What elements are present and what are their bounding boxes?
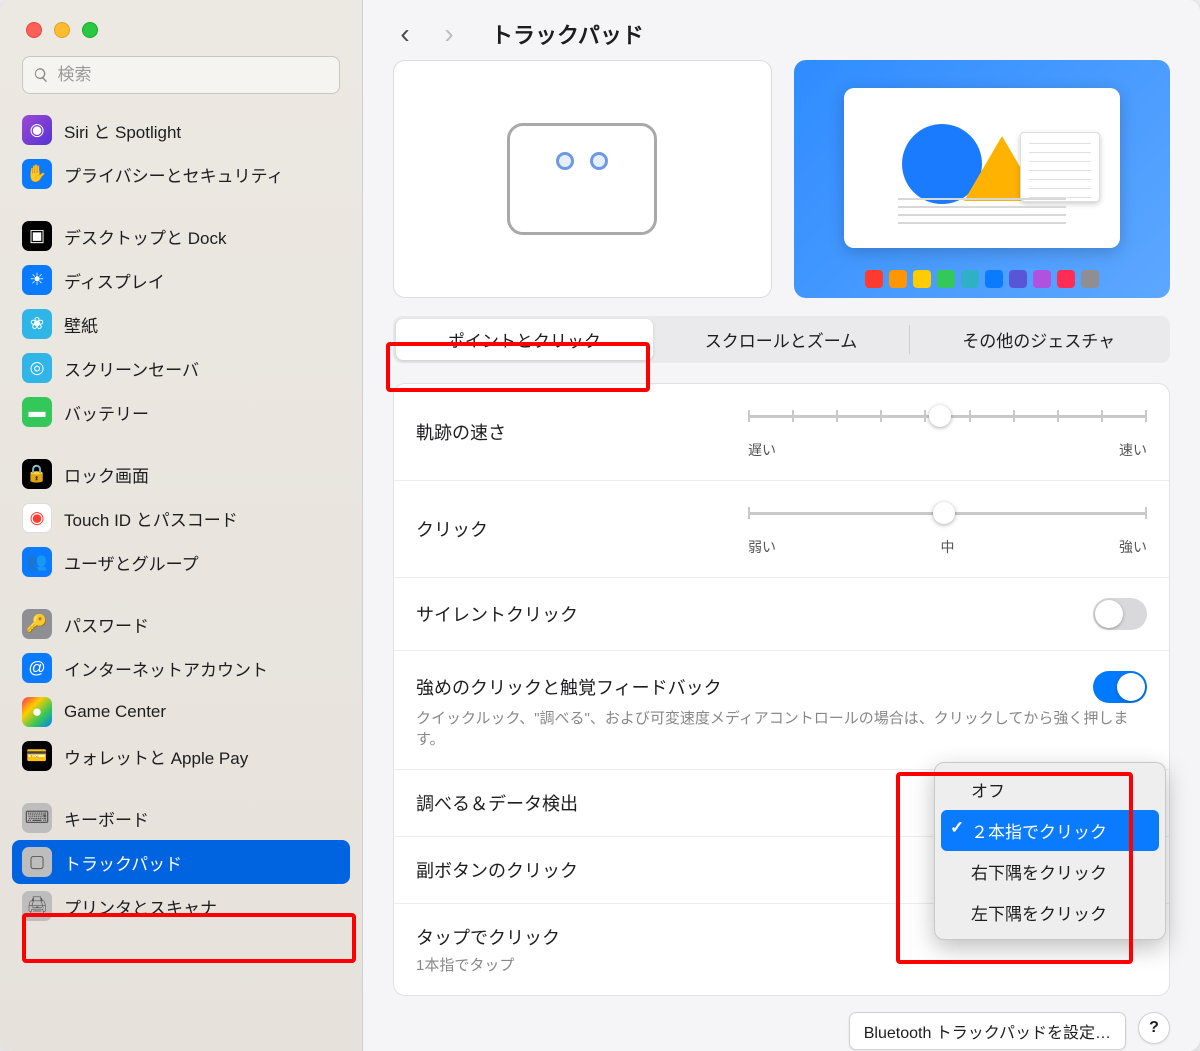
sidebar-item[interactable]: 💳 ウォレットと Apple Pay <box>12 734 350 778</box>
sidebar-icon: 💳 <box>22 741 52 771</box>
sidebar-item[interactable]: ◉ Touch ID とパスコード <box>12 496 350 540</box>
sidebar-label: 壁紙 <box>64 312 98 337</box>
trackpad-preview <box>393 60 772 298</box>
sidebar-label: キーボード <box>64 806 149 831</box>
sidebar-label: ウォレットと Apple Pay <box>64 744 248 769</box>
gesture-preview <box>794 60 1171 298</box>
menu-item[interactable]: 右下隅をクリック <box>941 851 1159 892</box>
row-silent-click: サイレントクリック <box>394 578 1169 651</box>
row-tracking-speed: 軌跡の速さ 遅い 速い <box>394 384 1169 481</box>
sidebar-icon: 🔒 <box>22 459 52 489</box>
minimize-button[interactable] <box>54 22 70 38</box>
sidebar-item[interactable]: ✋ プライバシーとセキュリティ <box>12 152 350 196</box>
lookup-label: 調べる＆データ検出 <box>416 790 578 816</box>
click-slider[interactable] <box>748 503 1147 523</box>
sidebar-label: パスワード <box>64 612 149 637</box>
sidebar-icon: ▢ <box>22 847 52 877</box>
force-click-toggle[interactable] <box>1093 671 1147 703</box>
sidebar-item[interactable]: 🖨 プリンタとスキャナ <box>12 884 350 928</box>
sidebar-label: スクリーンセーバ <box>64 356 199 381</box>
tab-more-gestures[interactable]: その他のジェスチャ <box>910 319 1167 360</box>
secondary-click-menu[interactable]: オフ２本指でクリック右下隅をクリック左下隅をクリック <box>934 762 1166 940</box>
tab-scroll-zoom[interactable]: スクロールとズーム <box>653 319 910 360</box>
sidebar-icon: ▬ <box>22 397 52 427</box>
row-force-click: 強めのクリックと触覚フィードバック クイックルック、"調べる"、および可変速度メ… <box>394 651 1169 770</box>
sidebar-label: プリンタとスキャナ <box>64 894 217 919</box>
row-click: クリック 弱い 中 強い <box>394 481 1169 578</box>
sidebar-icon: ◎ <box>22 353 52 383</box>
menu-item[interactable]: 左下隅をクリック <box>941 892 1159 933</box>
tap-sub: 1本指でタップ <box>416 954 1147 975</box>
help-button[interactable]: ? <box>1138 1012 1170 1044</box>
sidebar-item[interactable]: ▢ トラックパッド <box>12 840 350 884</box>
sidebar-label: Siri と Spotlight <box>64 118 181 143</box>
sidebar-item[interactable]: @ インターネットアカウント <box>12 646 350 690</box>
menu-item[interactable]: ２本指でクリック <box>941 810 1159 851</box>
sidebar-item[interactable]: ◎ スクリーンセーバ <box>12 346 350 390</box>
secondary-label: 副ボタンのクリック <box>416 857 578 883</box>
sidebar-icon: ✋ <box>22 159 52 189</box>
sidebar-item[interactable]: ☀ ディスプレイ <box>12 258 350 302</box>
sidebar-item[interactable]: ▬ バッテリー <box>12 390 350 434</box>
sidebar-icon: 🖨 <box>22 891 52 921</box>
silent-click-toggle[interactable] <box>1093 598 1147 630</box>
back-button[interactable]: ‹ <box>393 18 417 50</box>
sidebar-item[interactable]: ▣ デスクトップと Dock <box>12 214 350 258</box>
sidebar-item[interactable]: ● Game Center <box>12 690 350 734</box>
sidebar-icon: ❀ <box>22 309 52 339</box>
window-controls <box>0 22 362 56</box>
sidebar-label: インターネットアカウント <box>64 656 268 681</box>
sidebar-item[interactable]: ⌨ キーボード <box>12 796 350 840</box>
sidebar-label: プライバシーとセキュリティ <box>64 162 284 187</box>
tracking-slider[interactable] <box>748 406 1147 426</box>
close-button[interactable] <box>26 22 42 38</box>
silent-label: サイレントクリック <box>416 601 578 627</box>
sidebar-icon: ▣ <box>22 221 52 251</box>
sidebar-icon: ◉ <box>22 115 52 145</box>
bluetooth-setup-button[interactable]: Bluetooth トラックパッドを設定… <box>849 1012 1126 1050</box>
sidebar-item[interactable]: 👥 ユーザとグループ <box>12 540 350 584</box>
search-icon <box>33 66 50 84</box>
sidebar-label: ユーザとグループ <box>64 550 199 575</box>
sidebar-icon: ☀ <box>22 265 52 295</box>
tab-point-click[interactable]: ポイントとクリック <box>396 319 653 360</box>
search-field[interactable] <box>22 56 340 94</box>
sidebar-label: ディスプレイ <box>64 268 165 293</box>
search-input[interactable] <box>58 65 329 85</box>
tab-bar: ポイントとクリック スクロールとズーム その他のジェスチャ <box>393 316 1170 363</box>
sidebar-item[interactable]: 🔑 パスワード <box>12 602 350 646</box>
sidebar-icon: ● <box>22 697 52 727</box>
click-label: クリック <box>416 516 736 542</box>
sidebar-label: バッテリー <box>64 400 149 425</box>
tracking-label: 軌跡の速さ <box>416 419 736 445</box>
sidebar-icon: @ <box>22 653 52 683</box>
force-sub: クイックルック、"調べる"、および可変速度メディアコントロールの場合は、クリック… <box>416 707 1147 749</box>
sidebar-icon: ⌨ <box>22 803 52 833</box>
forward-button[interactable]: › <box>437 18 461 50</box>
page-title: トラックパッド <box>491 18 644 50</box>
sidebar-item[interactable]: 🔒 ロック画面 <box>12 452 350 496</box>
sidebar-icon: 🔑 <box>22 609 52 639</box>
menu-item[interactable]: オフ <box>941 769 1159 810</box>
zoom-button[interactable] <box>82 22 98 38</box>
sidebar-item[interactable]: ◉ Siri と Spotlight <box>12 108 350 152</box>
sidebar-icon: ◉ <box>22 503 52 533</box>
sidebar-label: トラックパッド <box>64 850 182 875</box>
sidebar-label: Touch ID とパスコード <box>64 506 238 531</box>
sidebar-icon: 👥 <box>22 547 52 577</box>
sidebar-label: ロック画面 <box>64 462 149 487</box>
force-label: 強めのクリックと触覚フィードバック <box>416 674 722 700</box>
sidebar-item[interactable]: ❀ 壁紙 <box>12 302 350 346</box>
sidebar-label: Game Center <box>64 702 166 722</box>
sidebar-label: デスクトップと Dock <box>64 224 226 249</box>
